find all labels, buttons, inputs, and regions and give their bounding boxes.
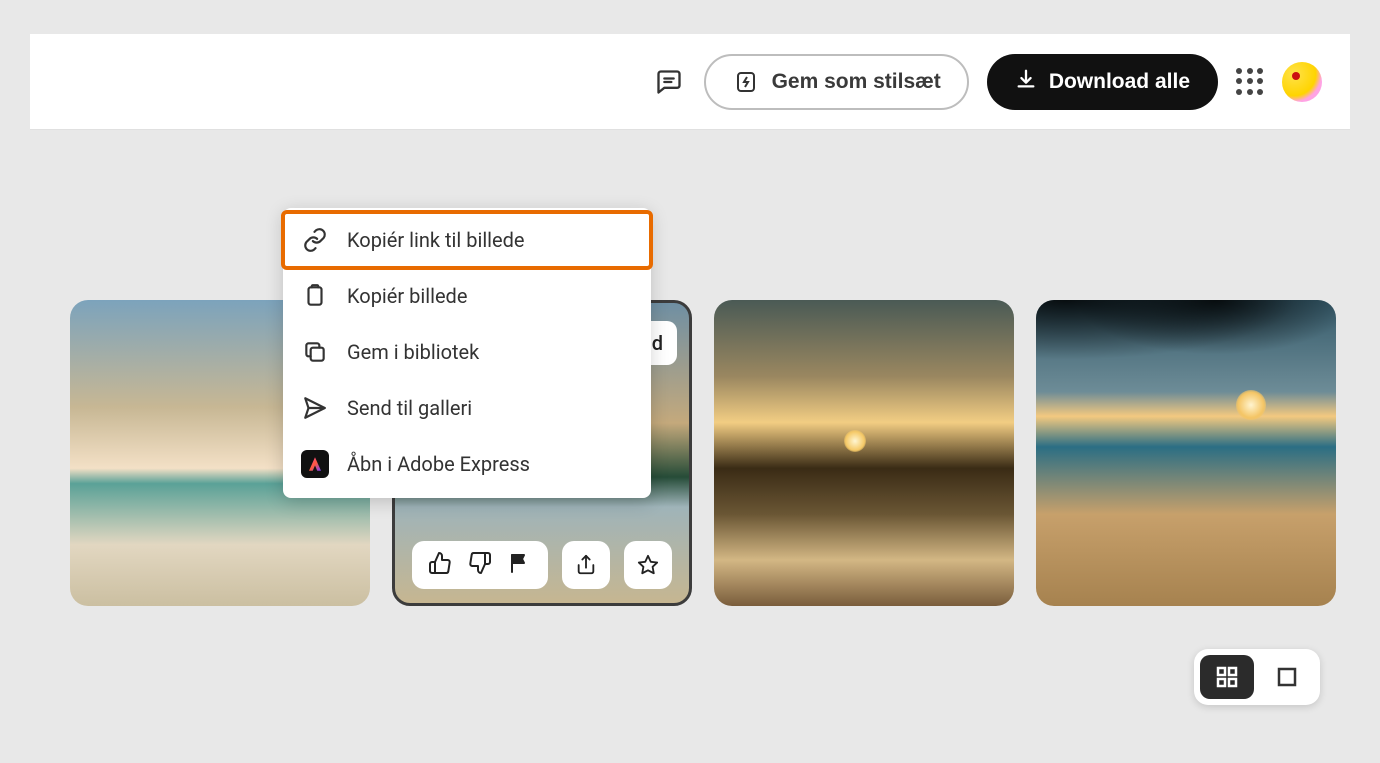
download-all-button[interactable]: Download alle: [987, 54, 1218, 110]
lightning-icon: [732, 68, 760, 96]
share-button[interactable]: [562, 541, 610, 589]
download-icon: [1015, 68, 1037, 96]
thumbs-up-icon[interactable]: [428, 551, 452, 579]
result-thumbnail[interactable]: [714, 300, 1014, 606]
top-bar: Gem som stilsæt Download alle: [30, 34, 1350, 130]
clipboard-icon: [301, 282, 329, 310]
save-as-styleset-label: Gem som stilsæt: [772, 70, 941, 94]
grid-view-button[interactable]: [1200, 655, 1254, 699]
rating-group: [412, 541, 548, 589]
menu-item-open-express[interactable]: Åbn i Adobe Express: [283, 436, 651, 492]
send-icon: [301, 394, 329, 422]
thumbs-down-icon[interactable]: [468, 551, 492, 579]
flag-icon[interactable]: [508, 551, 532, 579]
menu-item-label: Kopiér billede: [347, 284, 467, 308]
menu-item-label: Kopiér link til billede: [347, 228, 525, 252]
favorite-button[interactable]: [624, 541, 672, 589]
feedback-icon[interactable]: [652, 65, 686, 99]
menu-item-send-gallery[interactable]: Send til galleri: [283, 380, 651, 436]
download-all-label: Download alle: [1049, 70, 1190, 94]
avatar[interactable]: [1282, 62, 1322, 102]
menu-item-label: Gem i bibliotek: [347, 340, 479, 364]
page-root: Gem som stilsæt Download alle: [0, 0, 1380, 763]
app-canvas: Gem som stilsæt Download alle: [30, 30, 1350, 733]
menu-item-copy-link[interactable]: Kopiér link til billede: [283, 212, 651, 268]
results-grid: load: [30, 130, 1350, 606]
content-area: load: [30, 130, 1350, 733]
thumbnail-actions: [395, 541, 689, 589]
result-thumbnail[interactable]: [1036, 300, 1336, 606]
app-switcher-icon[interactable]: [1236, 68, 1264, 96]
single-view-button[interactable]: [1260, 655, 1314, 699]
menu-item-label: Åbn i Adobe Express: [347, 452, 530, 476]
context-menu: Kopiér link til billede Kopiér billede G…: [283, 208, 651, 498]
menu-item-save-library[interactable]: Gem i bibliotek: [283, 324, 651, 380]
adobe-express-icon: [301, 450, 329, 478]
menu-item-label: Send til galleri: [347, 396, 472, 420]
save-as-styleset-button[interactable]: Gem som stilsæt: [704, 54, 969, 110]
link-icon: [301, 226, 329, 254]
view-switcher: [1194, 649, 1320, 705]
copy-icon: [301, 338, 329, 366]
menu-item-copy-image[interactable]: Kopiér billede: [283, 268, 651, 324]
